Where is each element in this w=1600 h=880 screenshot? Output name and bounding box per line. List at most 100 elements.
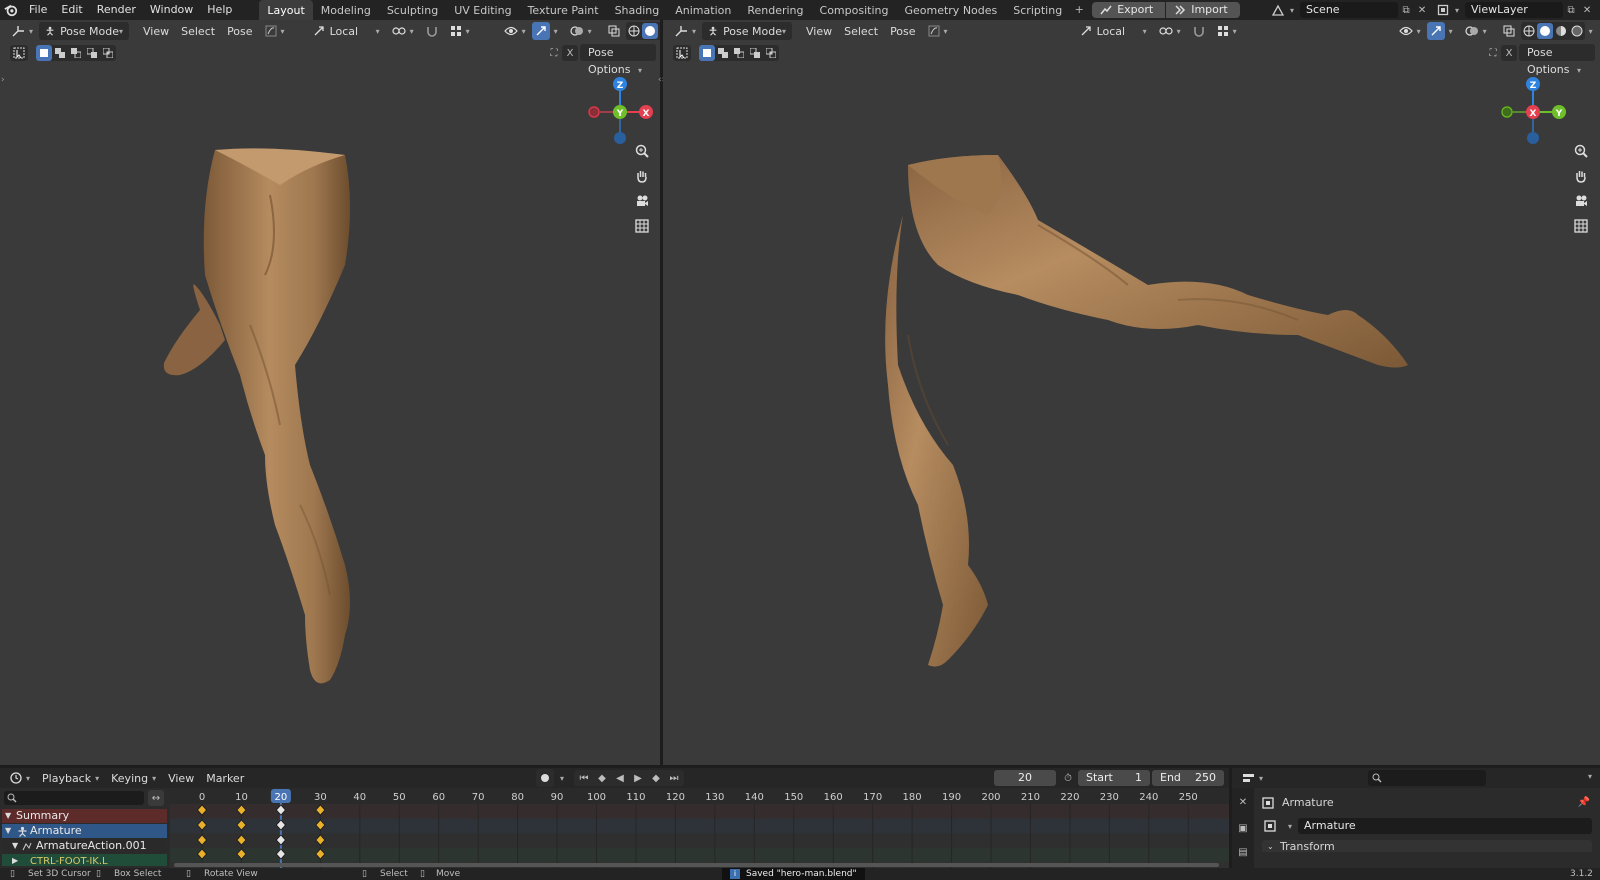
pin-icon[interactable]: 📌 bbox=[1576, 794, 1592, 810]
current-frame-field[interactable]: 20 bbox=[994, 770, 1056, 786]
solid-shading-icon[interactable] bbox=[641, 23, 658, 39]
x-mirror-button[interactable]: X bbox=[1501, 45, 1517, 61]
menu-edit[interactable]: Edit bbox=[54, 0, 89, 20]
character-legs-front-view[interactable] bbox=[150, 125, 380, 705]
transform-panel-header[interactable]: ⌄ Transform bbox=[1262, 840, 1592, 852]
close-icon[interactable]: ✕ bbox=[1414, 2, 1430, 18]
play-icon[interactable]: ▶ bbox=[630, 770, 646, 786]
intersect-selection-icon[interactable] bbox=[763, 45, 779, 61]
end-frame-field[interactable]: End 250 bbox=[1152, 770, 1224, 786]
menu-help[interactable]: Help bbox=[200, 0, 239, 20]
keying-set-icon[interactable]: ▾ bbox=[922, 22, 954, 40]
blender-logo-icon[interactable] bbox=[0, 0, 22, 20]
chevron-down-icon[interactable]: ▾ bbox=[1449, 27, 1453, 36]
zoom-icon[interactable] bbox=[631, 140, 653, 162]
object-data-icon[interactable] bbox=[1262, 818, 1278, 834]
prev-keyframe-icon[interactable]: ◆ bbox=[594, 770, 610, 786]
wireframe-shading-icon[interactable] bbox=[626, 23, 642, 39]
properties-search-input[interactable] bbox=[1368, 770, 1486, 786]
view-layer-name-field[interactable]: ViewLayer bbox=[1465, 2, 1564, 18]
chevron-down-icon[interactable]: ▾ bbox=[1288, 822, 1292, 831]
import-button[interactable]: Import bbox=[1166, 2, 1240, 18]
chevron-down-icon[interactable]: ▾ bbox=[1589, 27, 1593, 36]
extend-selection-icon[interactable] bbox=[715, 45, 731, 61]
expand-triangle-icon[interactable]: ▶ bbox=[12, 854, 18, 866]
mode-dropdown[interactable]: Pose Mode ▾ bbox=[39, 22, 130, 40]
tab-sculpting[interactable]: Sculpting bbox=[379, 0, 446, 20]
channel-armature[interactable]: ▼ Armature bbox=[2, 824, 167, 838]
material-shading-icon[interactable] bbox=[1553, 23, 1569, 39]
tab-rendering[interactable]: Rendering bbox=[739, 0, 811, 20]
pan-hand-icon[interactable] bbox=[631, 165, 653, 187]
extend-selection-icon[interactable] bbox=[52, 45, 68, 61]
chevron-down-icon[interactable]: ▾ bbox=[554, 27, 558, 36]
close-icon[interactable]: ✕ bbox=[1579, 2, 1595, 18]
channel-summary[interactable]: ▼ Summary bbox=[2, 809, 167, 823]
channel-action[interactable]: ▼ ArmatureAction.001 bbox=[2, 839, 167, 853]
chevron-down-icon[interactable]: ▾ bbox=[1290, 6, 1294, 15]
viewport-left[interactable]: ▾ Pose Mode ▾ View Select Pose ▾ Local ▾ ▾… bbox=[0, 20, 660, 765]
tool-tab-icon[interactable]: ✕ bbox=[1235, 794, 1251, 810]
wireframe-shading-icon[interactable] bbox=[1521, 23, 1537, 39]
tab-compositing[interactable]: Compositing bbox=[812, 0, 897, 20]
transform-affect-icon[interactable]: ⛶ bbox=[546, 45, 562, 61]
chevron-down-icon[interactable]: ⌄ bbox=[1267, 840, 1274, 852]
menu-keying[interactable]: Keying ▾ bbox=[105, 769, 162, 787]
menu-select[interactable]: Select bbox=[838, 22, 884, 40]
chevron-down-icon[interactable]: ▾ bbox=[1455, 6, 1459, 15]
visibility-icon[interactable]: ▾ bbox=[498, 22, 532, 40]
menu-window[interactable]: Window bbox=[143, 0, 200, 20]
pose-options-dropdown[interactable]: Pose Options ▾ bbox=[580, 44, 656, 76]
subtract-selection-icon[interactable] bbox=[731, 45, 747, 61]
scene-name-field[interactable]: Scene bbox=[1300, 2, 1399, 18]
keyframe-canvas[interactable]: 0 10 30 40 50 60 70 80 90 100 110 120 130 140 150 160 17… bbox=[170, 788, 1229, 868]
character-legs-side-view[interactable] bbox=[878, 135, 1418, 705]
object-name-field[interactable]: Armature bbox=[1298, 818, 1592, 834]
select-tool-icon[interactable] bbox=[10, 45, 28, 61]
toolbar-expand-icon[interactable]: › bbox=[1, 75, 5, 85]
jump-start-icon[interactable]: ⏮ bbox=[576, 770, 592, 786]
grid-view-icon[interactable] bbox=[1570, 215, 1592, 237]
menu-view[interactable]: View bbox=[162, 769, 200, 787]
tab-texture-paint[interactable]: Texture Paint bbox=[520, 0, 607, 20]
channel-bone[interactable]: ▶ CTRL-FOOT-IK.L bbox=[2, 854, 167, 866]
transform-affect-icon[interactable]: ⛶ bbox=[1485, 45, 1501, 61]
channel-search-input[interactable] bbox=[4, 791, 144, 805]
keying-set-icon[interactable]: ▾ bbox=[259, 22, 291, 40]
xray-icon[interactable] bbox=[602, 22, 626, 40]
render-tab-icon[interactable]: ▣ bbox=[1235, 820, 1251, 836]
snap-icon[interactable] bbox=[420, 22, 444, 40]
start-frame-field[interactable]: Start 1 bbox=[1078, 770, 1150, 786]
tab-modeling[interactable]: Modeling bbox=[313, 0, 379, 20]
menu-select[interactable]: Select bbox=[175, 22, 221, 40]
dopesheet-area[interactable]: 0 10 30 40 50 60 70 80 90 100 110 120 130 140 150 160 17… bbox=[170, 788, 1229, 868]
new-scene-icon[interactable]: ⧉ bbox=[1398, 2, 1414, 18]
navigation-gizmo[interactable]: Z X Y bbox=[1493, 72, 1573, 152]
output-tab-icon[interactable]: ▤ bbox=[1235, 844, 1251, 860]
scene-icon[interactable] bbox=[1270, 2, 1286, 18]
preview-range-icon[interactable]: ⏱ bbox=[1060, 770, 1076, 786]
editor-type-button[interactable]: ▾ bbox=[1236, 769, 1269, 787]
camera-icon[interactable] bbox=[631, 190, 653, 212]
pivot-point-icon[interactable]: ▾ bbox=[1153, 22, 1187, 40]
pan-hand-icon[interactable] bbox=[1570, 165, 1592, 187]
select-tool-icon[interactable] bbox=[673, 45, 691, 61]
camera-icon[interactable] bbox=[1570, 190, 1592, 212]
snap-grid-icon[interactable]: ▾ bbox=[444, 22, 476, 40]
visibility-icon[interactable]: ▾ bbox=[1393, 22, 1427, 40]
chevron-down-icon[interactable]: ▾ bbox=[1588, 772, 1592, 781]
menu-playback[interactable]: Playback ▾ bbox=[36, 769, 105, 787]
menu-view[interactable]: View bbox=[137, 22, 175, 40]
grid-view-icon[interactable] bbox=[631, 215, 653, 237]
snap-icon[interactable] bbox=[1187, 22, 1211, 40]
tab-scripting[interactable]: Scripting bbox=[1005, 0, 1070, 20]
transform-orientation-dropdown[interactable]: Local ▾ bbox=[1074, 22, 1153, 40]
new-view-layer-icon[interactable]: ⧉ bbox=[1563, 2, 1579, 18]
menu-view[interactable]: View bbox=[800, 22, 838, 40]
expand-triangle-icon[interactable]: ▼ bbox=[5, 824, 11, 838]
overlays-icon[interactable]: ▾ bbox=[1459, 22, 1493, 40]
intersect-selection-icon[interactable] bbox=[100, 45, 116, 61]
tab-uv-editing[interactable]: UV Editing bbox=[446, 0, 519, 20]
transform-orientation-dropdown[interactable]: Local ▾ bbox=[307, 22, 386, 40]
play-reverse-icon[interactable]: ◀ bbox=[612, 770, 628, 786]
